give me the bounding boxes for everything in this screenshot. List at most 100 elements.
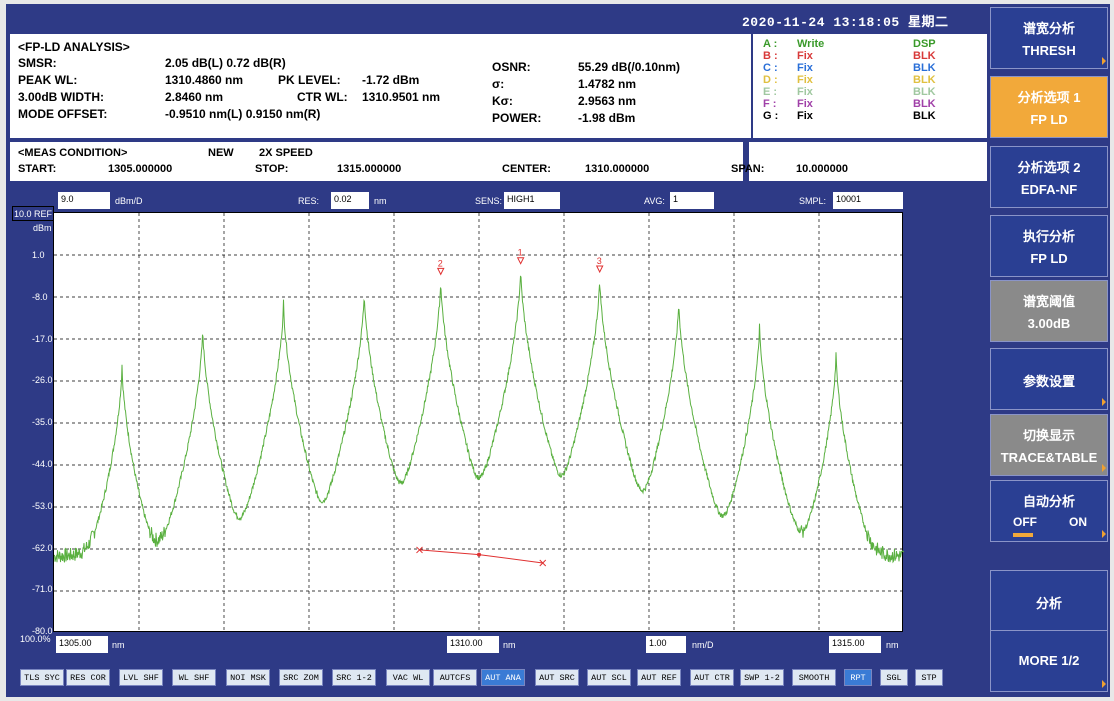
ctrwl-value: 1310.9501 nm [362,90,441,104]
span-value: 10.000000 [796,163,848,175]
res-input[interactable]: 0.02 [331,192,369,209]
ref-level-label: 10.0 [14,209,32,219]
bottom-button-smooth[interactable]: SMOOTH [792,669,836,686]
peak-marker-label: 1 [518,248,523,258]
bottom-button-aut-ref[interactable]: AUT REF [637,669,681,686]
sens-input[interactable]: HIGH1 [504,192,560,209]
bottom-button-swp-1-2[interactable]: SWP 1-2 [740,669,784,686]
softkey-label: 谱宽分析 [1022,21,1075,36]
softkey-label: 分析 [1035,596,1062,611]
trace-row: F : Fix BLK [763,98,983,110]
peakwl-value: 1310.4860 nm [165,73,244,87]
trace-mode: Fix [797,50,813,62]
osa-screen: 2020-11-24 13:18:05 星期二 <FP-LD ANALYSIS>… [6,4,1110,697]
span-label: SPAN: [731,163,765,175]
softkey-10[interactable]: MORE 1/2 [990,630,1108,692]
trace-disp: DSP [913,38,936,50]
trace-mode: Fix [797,86,813,98]
meas-span-panel: SPAN: 10.000000 [731,142,987,181]
x-stop-box[interactable]: 1315.00 [829,636,881,653]
peak-marker-label: 3 [597,256,602,266]
spectrum-chart: 2 1 3 [54,213,904,633]
bottom-button-aut-ana[interactable]: AUT ANA [481,669,525,686]
submenu-arrow-icon [1102,680,1106,688]
y-tick-label: -44.0 [32,459,53,469]
trace-mode: Fix [797,110,813,122]
offset-value: -0.9510 nm(L) 0.9150 nm(R) [165,107,321,121]
y-tick-label: -35.0 [32,417,53,428]
avg-label: AVG: [644,196,665,206]
start-label: START: [18,163,57,175]
x-start-unit: nm [112,640,125,650]
bottom-button-stp[interactable]: STP [915,669,943,686]
width-label: 3.00dB WIDTH: [18,90,105,104]
x-div-unit: nm/D [692,640,714,650]
x-div-box[interactable]: 1.00 [646,636,686,653]
softkey-6[interactable]: 参数设置 [990,348,1108,410]
smsr-value: 2.05 dB(L) 0.72 dB(R) [165,56,286,70]
trace-disp: BLK [913,50,936,62]
y-tick-label: -62.0 [32,542,53,553]
submenu-arrow-icon [1102,57,1106,65]
bottom-button-rpt[interactable]: RPT [844,669,872,686]
softkey-label: 谱宽阈值 [1022,294,1075,309]
submenu-arrow-icon [1102,464,1106,472]
auto-analysis-indicator [1013,533,1033,537]
bottom-button-aut-src[interactable]: AUT SRC [535,669,579,686]
softkey-5[interactable]: 谱宽阈值 3.00dB [990,280,1108,342]
peak-marker-icon [516,257,525,265]
x-center-box[interactable]: 1310.00 [447,636,499,653]
y-tick-label: -53.0 [32,500,53,511]
y-tick-label: -8.0 [32,291,48,302]
ksigma-value: 2.9563 nm [578,94,637,108]
osnr-label: OSNR: [492,60,531,74]
meas-speed: 2X SPEED [259,147,313,159]
ref-unit-label: dBm [33,223,52,233]
smpl-input[interactable]: 10001 [833,192,903,209]
softkey-value: 3.00dB [1027,316,1071,331]
bottom-button-aut-scl[interactable]: AUT SCL [587,669,631,686]
y-tick-label: -71.0 [32,584,53,595]
res-unit: nm [374,196,387,206]
bottom-button-wl-shf[interactable]: WL SHF [172,669,216,686]
softkey-9[interactable]: 分析 [990,570,1108,632]
trace-disp: BLK [913,62,936,74]
auto-analysis-on: ON [1069,515,1087,529]
bottom-button-vac-wl[interactable]: VAC WL [386,669,430,686]
auto-analysis-off: OFF [1013,515,1037,529]
softkey-value: FP LD [1030,251,1068,266]
spectrum-plot[interactable]: 2 1 3 [53,212,904,633]
softkey-1[interactable]: 谱宽分析 THRESH [990,7,1108,69]
bottom-button-autcfs[interactable]: AUTCFS [433,669,477,686]
submenu-arrow-icon [1102,530,1106,538]
scale-input[interactable]: 9.0 [58,192,110,209]
bottom-button-res-cor[interactable]: RES COR [66,669,110,686]
center-label: CENTER: [502,163,551,175]
bottom-button-aut-ctr[interactable]: AUT CTR [690,669,734,686]
bottom-button-tls-syc[interactable]: TLS SYC [20,669,64,686]
softkey-value: TRACE&TABLE [1000,450,1098,465]
softkey-2[interactable]: 分析选项 1 FP LD [990,76,1108,138]
sens-label: SENS: [475,196,503,206]
avg-input[interactable]: 1 [670,192,714,209]
trace-id: B : [763,50,778,62]
softkey-8[interactable]: 自动分析 OFF ON [990,480,1108,542]
bottom-button-noi-msk[interactable]: NOI MSK [226,669,270,686]
softkey-7[interactable]: 切换显示 TRACE&TABLE [990,414,1108,476]
bottom-button-src-1-2[interactable]: SRC 1-2 [332,669,376,686]
trace-id: C : [763,62,778,74]
bottom-button-src-zom[interactable]: SRC ZOM [279,669,323,686]
meas-new: NEW [208,147,234,159]
softkey-value: EDFA-NF [1020,182,1078,197]
peak-marker-icon [595,265,604,274]
softkey-4[interactable]: 执行分析 FP LD [990,215,1108,277]
softkey-label: 执行分析 [1022,229,1075,244]
y-tick-label: 1.0 [32,250,45,260]
trace-row: C : Fix BLK [763,62,983,74]
softkey-label: 自动分析 [1022,494,1075,509]
bottom-button-lvl-shf[interactable]: LVL SHF [119,669,163,686]
softkey-3[interactable]: 分析选项 2 EDFA-NF [990,146,1108,208]
trace-mode: Fix [797,74,813,86]
x-start-box[interactable]: 1305.00 [56,636,108,653]
bottom-button-sgl[interactable]: SGL [880,669,908,686]
